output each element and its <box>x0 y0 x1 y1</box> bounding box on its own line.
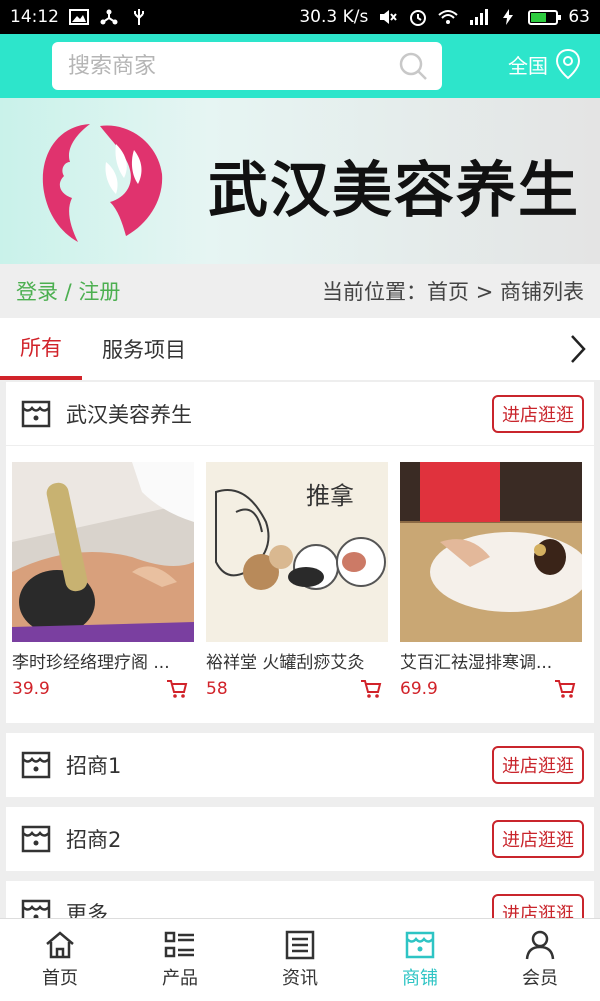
breadcrumb: 当前位置：首页 > 商铺列表 <box>322 280 584 304</box>
home-icon <box>46 931 74 959</box>
search-input[interactable] <box>66 52 398 80</box>
shop-card: 招商1 进店逛逛 <box>6 733 594 797</box>
signal-icon <box>470 9 489 25</box>
product-image[interactable]: 推拿 <box>206 462 388 642</box>
product-price: 39.9 <box>12 679 50 699</box>
login-register-link[interactable]: 登录 / 注册 <box>16 276 120 306</box>
banner-title: 武汉美容养生 <box>208 156 580 226</box>
nav-products[interactable]: 产品 <box>120 919 240 1001</box>
nav-news[interactable]: 资讯 <box>240 919 360 1001</box>
visit-store-button[interactable]: 进店逛逛 <box>492 746 584 784</box>
bottom-nav: 首页 产品 资讯 商铺 会员 <box>0 918 600 1001</box>
user-icon <box>525 930 555 960</box>
search-icon[interactable] <box>398 51 428 81</box>
product-row: 李时珍经络理疗阁 ... 39.9 推拿 裕祥堂 火罐刮痧艾灸 58 艾百汇祛湿… <box>6 446 594 723</box>
status-bar: 14:12 30.3 K/s 63 <box>0 0 600 34</box>
product-price: 58 <box>206 679 228 699</box>
list-icon <box>164 931 194 958</box>
status-time: 14:12 <box>10 7 59 27</box>
nav-label: 产品 <box>162 968 198 989</box>
cart-icon[interactable] <box>360 679 382 699</box>
news-icon <box>285 930 315 960</box>
product-image[interactable] <box>400 462 582 642</box>
image-notification-icon <box>69 9 89 25</box>
nav-member[interactable]: 会员 <box>480 919 600 1001</box>
shop-header[interactable]: 招商1 进店逛逛 <box>6 733 594 797</box>
wifi-icon <box>438 10 459 24</box>
tab-all[interactable]: 所有 <box>0 318 82 380</box>
nav-label: 资讯 <box>282 968 318 989</box>
product-name: 裕祥堂 火罐刮痧艾灸 <box>206 653 365 673</box>
battery-fill <box>531 12 547 22</box>
usb-icon <box>134 9 144 25</box>
shop-name: 武汉美容养生 <box>66 402 192 427</box>
product-image-text: 推拿 <box>306 482 354 510</box>
store-icon <box>21 825 51 853</box>
shop-header[interactable]: 招商2 进店逛逛 <box>6 807 594 871</box>
region-selector[interactable]: 全国 <box>508 48 582 80</box>
shop-name: 招商1 <box>66 754 122 778</box>
battery-icon <box>528 9 562 25</box>
mute-icon <box>380 10 398 24</box>
shop-card: 武汉美容养生 进店逛逛 李时珍经络理疗阁 ... 39.9 推拿 裕祥堂 火罐刮… <box>6 382 594 723</box>
nav-label: 首页 <box>42 968 78 989</box>
product-name: 艾百汇祛湿排寒调... <box>400 653 553 673</box>
nav-home[interactable]: 首页 <box>0 919 120 1001</box>
network-speed: 30.3 K/s <box>299 7 369 27</box>
shop-list: 武汉美容养生 进店逛逛 李时珍经络理疗阁 ... 39.9 推拿 裕祥堂 火罐刮… <box>6 382 594 955</box>
product-card[interactable]: 推拿 裕祥堂 火罐刮痧艾灸 58 <box>206 462 388 699</box>
shop-name: 招商2 <box>66 828 122 852</box>
charging-icon <box>503 9 514 25</box>
tab-services[interactable]: 服务项目 <box>82 318 206 380</box>
visit-store-button[interactable]: 进店逛逛 <box>492 820 584 858</box>
visit-store-button[interactable]: 进店逛逛 <box>492 394 584 433</box>
cart-icon[interactable] <box>554 679 576 699</box>
cart-icon[interactable] <box>166 679 188 699</box>
product-price: 69.9 <box>400 679 438 699</box>
header-bar: 全国 <box>0 34 600 98</box>
shop-card: 招商2 进店逛逛 <box>6 807 594 871</box>
nav-label: 会员 <box>522 968 558 989</box>
store-icon <box>21 751 51 779</box>
product-card[interactable]: 艾百汇祛湿排寒调... 69.9 <box>400 462 582 699</box>
share-icon <box>100 9 118 25</box>
product-image[interactable] <box>12 462 194 642</box>
nav-stores[interactable]: 商铺 <box>360 919 480 1001</box>
search-box[interactable] <box>52 42 442 90</box>
product-name: 李时珍经络理疗阁 ... <box>12 653 170 673</box>
product-card[interactable]: 李时珍经络理疗阁 ... 39.9 <box>12 462 194 699</box>
store-icon <box>21 400 51 427</box>
beauty-logo-icon <box>42 124 163 242</box>
banner[interactable]: 武汉美容养生 <box>0 98 600 264</box>
shop-header[interactable]: 武汉美容养生 进店逛逛 <box>6 382 594 446</box>
store-icon <box>405 931 435 959</box>
location-pin-icon <box>555 48 581 80</box>
login-breadcrumb-bar: 登录 / 注册 当前位置：首页 > 商铺列表 <box>0 264 600 318</box>
region-label: 全国 <box>508 53 548 78</box>
nav-label: 商铺 <box>402 968 438 989</box>
chevron-right-icon[interactable] <box>568 334 588 364</box>
category-tabs: 所有 服务项目 <box>0 318 600 380</box>
alarm-icon <box>410 10 427 26</box>
battery-level: 63 <box>568 7 590 27</box>
